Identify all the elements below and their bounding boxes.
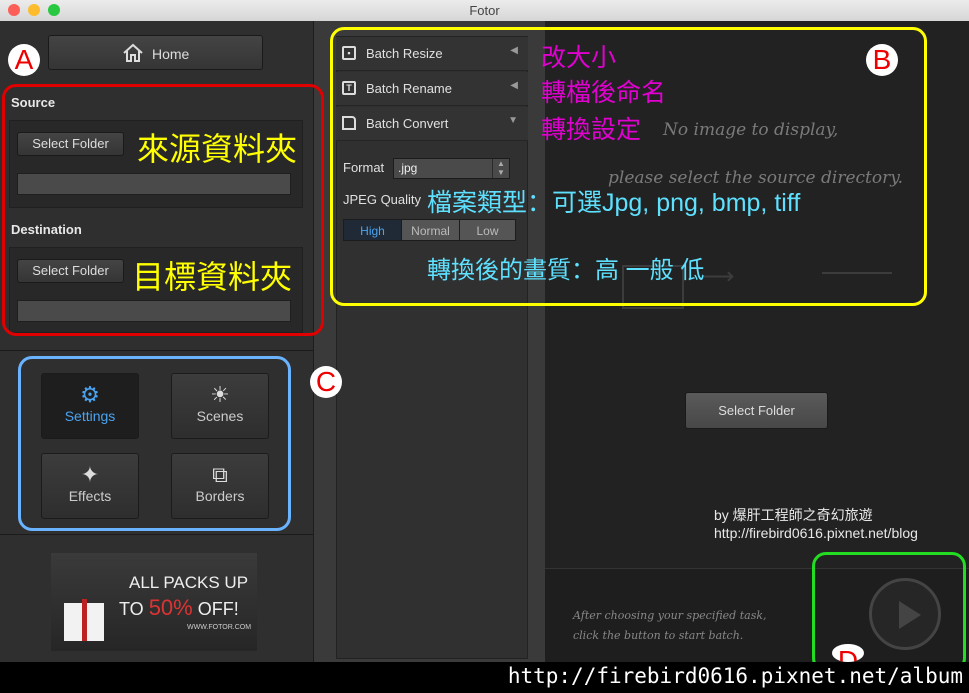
- credit-line-2: http://firebird0616.pixnet.net/blog: [714, 525, 918, 541]
- annotation-box-c: [18, 356, 291, 531]
- annotation-letter-d: D: [832, 644, 864, 662]
- promo-to: TO: [119, 599, 144, 619]
- annotation-quality-note: 轉換後的畫質：高 一般 低: [427, 257, 705, 284]
- sidebar-divider: [0, 350, 313, 351]
- annotation-convert-note: 轉換設定: [541, 116, 642, 144]
- promo-site: WWW.FOTOR.COM: [187, 624, 252, 631]
- annotation-resize-note: 改大小: [541, 44, 617, 72]
- annotation-format-note: 檔案類型：可選Jpg, png, bmp, tiff: [427, 189, 801, 217]
- title-bar: Fotor: [0, 0, 969, 22]
- sidebar-divider-2: [0, 534, 313, 535]
- hint-line-1: After choosing your specified task,: [573, 609, 767, 622]
- home-label: Home: [152, 46, 190, 62]
- annotation-letter-a: A: [8, 44, 40, 76]
- annotation-rename-note: 轉檔後命名: [541, 79, 667, 107]
- promo-banner[interactable]: ALL PACKS UP TO 50% OFF! WWW.FOTOR.COM: [51, 553, 257, 651]
- annotation-letter-c: C: [310, 366, 342, 398]
- promo-percent: 50%: [148, 595, 193, 620]
- annotation-dest-note: 目標資料夾: [132, 259, 293, 295]
- home-icon: [123, 43, 143, 62]
- hint-line-2: click the button to start batch.: [573, 629, 744, 642]
- annotation-box-a: [2, 84, 324, 336]
- credit-line-1: by 爆肝工程師之奇幻旅遊: [714, 507, 873, 523]
- promo-line-2: TO 50% OFF!: [119, 595, 239, 621]
- home-button[interactable]: Home: [48, 35, 263, 70]
- gift-box-image: [64, 599, 104, 641]
- watermark-text: http://firebird0616.pixnet.net/album: [507, 664, 963, 688]
- window-title: Fotor: [469, 3, 500, 18]
- promo-line-1: ALL PACKS UP: [129, 573, 249, 592]
- promo-off: OFF!: [197, 599, 239, 619]
- preview-select-folder-button[interactable]: Select Folder: [685, 392, 828, 429]
- gift-ribbon: [82, 599, 87, 641]
- annotation-source-note: 來源資料夾: [137, 131, 298, 167]
- annotation-letter-b: B: [866, 44, 898, 76]
